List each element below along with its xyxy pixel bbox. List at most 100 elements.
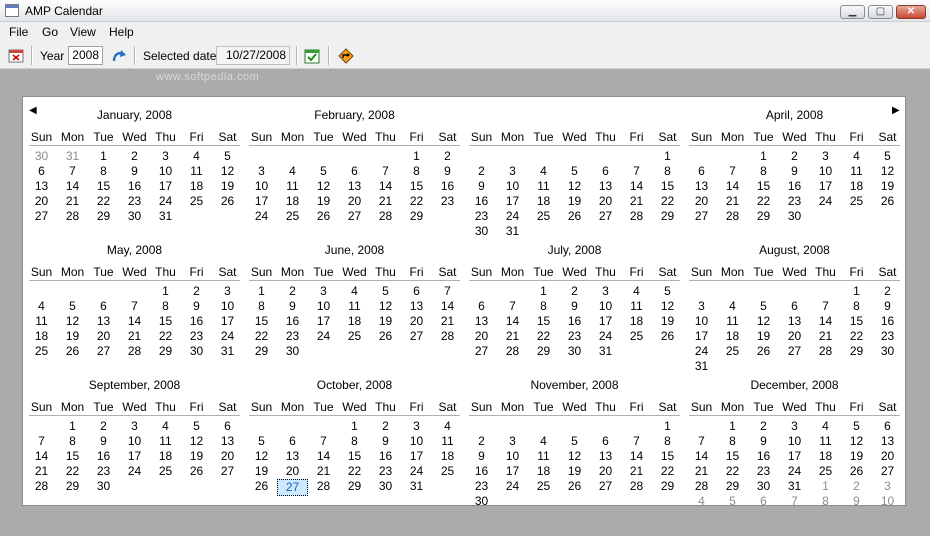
day-cell[interactable]: 13 <box>401 299 432 314</box>
day-cell[interactable]: 12 <box>872 164 903 179</box>
month-title[interactable]: January, 2008 <box>26 108 243 122</box>
day-cell[interactable]: 14 <box>119 314 150 329</box>
day-cell[interactable]: 10 <box>872 494 903 509</box>
menu-go[interactable]: Go <box>42 25 58 39</box>
day-cell[interactable]: 31 <box>590 344 621 359</box>
day-cell[interactable]: 18 <box>528 194 559 209</box>
day-cell[interactable]: 9 <box>370 434 401 449</box>
day-cell[interactable]: 8 <box>401 164 432 179</box>
day-cell[interactable]: 25 <box>181 194 212 209</box>
day-cell[interactable]: 6 <box>212 419 243 434</box>
day-cell[interactable]: 21 <box>621 464 652 479</box>
day-cell[interactable]: 16 <box>432 179 463 194</box>
day-cell[interactable]: 27 <box>212 464 243 479</box>
day-cell[interactable]: 22 <box>339 464 370 479</box>
day-cell[interactable]: 16 <box>181 314 212 329</box>
day-cell[interactable]: 29 <box>339 479 370 494</box>
day-cell[interactable]: 11 <box>528 179 559 194</box>
day-cell[interactable]: 24 <box>119 464 150 479</box>
day-cell[interactable]: 22 <box>652 464 683 479</box>
day-cell[interactable]: 16 <box>466 464 497 479</box>
day-cell[interactable]: 5 <box>748 299 779 314</box>
day-cell[interactable]: 4 <box>432 419 463 434</box>
day-cell[interactable]: 17 <box>246 194 277 209</box>
day-cell[interactable]: 27 <box>401 329 432 344</box>
month-title[interactable]: June, 2008 <box>246 243 463 257</box>
day-cell[interactable]: 6 <box>401 284 432 299</box>
day-cell[interactable]: 22 <box>717 464 748 479</box>
confirm-date-button[interactable] <box>302 46 322 66</box>
day-cell[interactable]: 26 <box>246 479 277 494</box>
day-cell[interactable]: 1 <box>748 149 779 164</box>
selected-day-cell[interactable]: 27 <box>277 479 308 496</box>
day-cell[interactable]: 23 <box>466 209 497 224</box>
day-cell[interactable]: 6 <box>590 164 621 179</box>
day-cell[interactable]: 5 <box>212 149 243 164</box>
day-cell[interactable]: 10 <box>246 179 277 194</box>
day-cell[interactable]: 10 <box>590 299 621 314</box>
day-cell[interactable]: 13 <box>277 449 308 464</box>
day-cell[interactable]: 3 <box>810 149 841 164</box>
day-cell[interactable]: 4 <box>841 149 872 164</box>
day-cell[interactable]: 18 <box>810 449 841 464</box>
day-cell[interactable]: 1 <box>88 149 119 164</box>
day-cell[interactable]: 28 <box>26 479 57 494</box>
day-cell[interactable]: 12 <box>559 449 590 464</box>
day-cell[interactable]: 26 <box>652 329 683 344</box>
day-cell[interactable]: 3 <box>150 149 181 164</box>
day-cell[interactable]: 6 <box>466 299 497 314</box>
day-cell[interactable]: 3 <box>401 419 432 434</box>
day-cell[interactable]: 25 <box>26 344 57 359</box>
day-cell[interactable]: 8 <box>88 164 119 179</box>
day-cell[interactable]: 21 <box>26 464 57 479</box>
day-cell[interactable]: 26 <box>57 344 88 359</box>
day-cell[interactable]: 4 <box>277 164 308 179</box>
day-cell[interactable]: 20 <box>277 464 308 479</box>
day-cell[interactable]: 2 <box>748 419 779 434</box>
day-cell[interactable]: 19 <box>652 314 683 329</box>
day-cell[interactable]: 7 <box>686 434 717 449</box>
day-cell[interactable]: 27 <box>872 464 903 479</box>
day-cell[interactable]: 19 <box>559 464 590 479</box>
day-cell[interactable]: 19 <box>57 329 88 344</box>
day-cell[interactable]: 25 <box>528 209 559 224</box>
day-cell[interactable]: 23 <box>432 194 463 209</box>
day-cell[interactable]: 28 <box>686 479 717 494</box>
day-cell[interactable]: 4 <box>528 164 559 179</box>
day-cell[interactable]: 14 <box>810 314 841 329</box>
day-cell[interactable]: 9 <box>466 449 497 464</box>
day-cell[interactable]: 12 <box>559 179 590 194</box>
day-cell[interactable]: 6 <box>779 299 810 314</box>
month-title[interactable]: November, 2008 <box>466 378 683 392</box>
day-cell[interactable]: 7 <box>26 434 57 449</box>
day-cell[interactable]: 23 <box>88 464 119 479</box>
day-cell[interactable]: 11 <box>150 434 181 449</box>
day-cell[interactable]: 24 <box>212 329 243 344</box>
day-cell[interactable]: 27 <box>590 209 621 224</box>
day-cell[interactable]: 18 <box>528 464 559 479</box>
month-title[interactable]: February, 2008 <box>246 108 463 122</box>
day-cell[interactable]: 23 <box>277 329 308 344</box>
day-cell[interactable]: 26 <box>370 329 401 344</box>
day-cell[interactable]: 16 <box>88 449 119 464</box>
day-cell[interactable]: 24 <box>779 464 810 479</box>
day-cell[interactable]: 1 <box>339 419 370 434</box>
day-cell[interactable]: 10 <box>212 299 243 314</box>
minimize-button[interactable]: ▁ <box>840 5 865 19</box>
day-cell[interactable]: 5 <box>308 164 339 179</box>
day-cell[interactable]: 17 <box>150 179 181 194</box>
day-cell[interactable]: 1 <box>57 419 88 434</box>
day-cell[interactable]: 18 <box>277 194 308 209</box>
day-cell[interactable]: 14 <box>370 179 401 194</box>
day-cell[interactable]: 13 <box>590 449 621 464</box>
day-cell[interactable]: 11 <box>810 434 841 449</box>
day-cell[interactable]: 9 <box>779 164 810 179</box>
day-cell[interactable]: 21 <box>119 329 150 344</box>
day-cell[interactable]: 7 <box>810 299 841 314</box>
menu-view[interactable]: View <box>70 25 96 39</box>
day-cell[interactable]: 15 <box>57 449 88 464</box>
day-cell[interactable]: 11 <box>841 164 872 179</box>
day-cell[interactable]: 18 <box>432 449 463 464</box>
day-cell[interactable]: 23 <box>181 329 212 344</box>
day-cell[interactable]: 13 <box>590 179 621 194</box>
